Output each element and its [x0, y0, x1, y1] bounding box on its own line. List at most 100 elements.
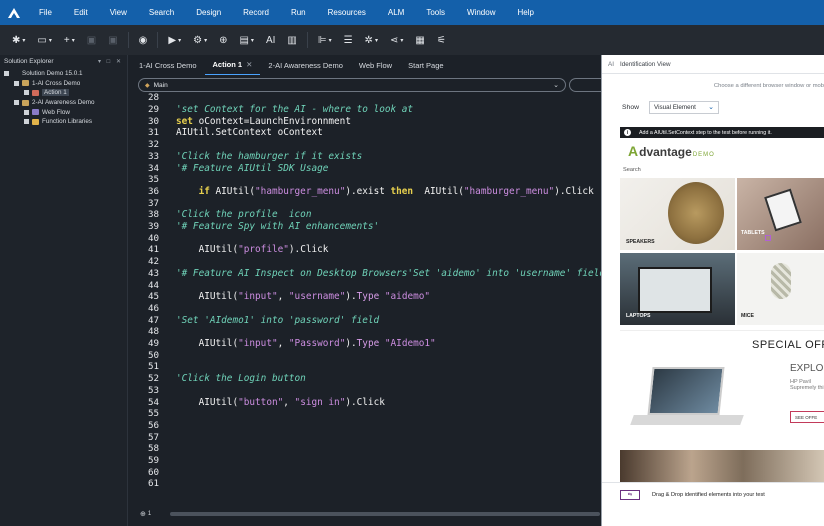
spy-target-icon[interactable]: ⊕ [213, 29, 233, 51]
code-line[interactable]: 37 [138, 197, 162, 209]
save-all-icon[interactable]: ▣ [102, 29, 123, 51]
code-line[interactable]: 38 'Click the profile icon [138, 209, 311, 221]
code-line[interactable]: 60 [138, 466, 162, 478]
collapse-icon[interactable] [4, 71, 9, 77]
archive-icon[interactable]: ▥ [281, 29, 302, 51]
record-icon[interactable]: ◉ [133, 29, 154, 51]
tile-laptops[interactable]: LAPTOPS [620, 253, 735, 325]
menu-item-file[interactable]: File [28, 0, 63, 25]
menu-item-record[interactable]: Record [232, 0, 280, 25]
menu-item-help[interactable]: Help [506, 0, 544, 25]
code-line[interactable]: 40 [138, 232, 162, 244]
code-line[interactable]: 54 AIUtil("button", "sign in").Click [138, 396, 385, 408]
save-icon[interactable]: ▣ [81, 29, 102, 51]
tree-item-action-1[interactable]: Action 1 [0, 88, 127, 98]
explorer-window-controls[interactable]: ▾ □ ✕ [98, 58, 123, 65]
code-line[interactable]: 31 AIUtil.SetContext oContext [138, 127, 323, 139]
collapse-icon[interactable] [24, 119, 29, 125]
tab-2-ai-awareness-demo[interactable]: 2-AI Awareness Demo [260, 55, 350, 75]
tab-action-1[interactable]: Action 1 ✕ [204, 55, 261, 75]
tree-item-function-libraries[interactable]: Function Libraries [0, 117, 127, 127]
tile-speakers[interactable]: SPEAKERS [620, 178, 735, 250]
code-line[interactable]: 47 'Set 'AIdemo1' into 'password' field [138, 314, 379, 326]
code-line[interactable]: 32 [138, 139, 162, 151]
code-line[interactable]: 36 if AIUtil("hamburger_menu").exist the… [138, 186, 594, 198]
code-line[interactable]: 43 '# Feature AI Inspect on Desktop Brows… [138, 268, 602, 280]
scope-dropdown[interactable]: ◆ Main ⌄ [138, 78, 566, 92]
tree-item-test-2[interactable]: 2-AI Awareness Demo [0, 98, 127, 108]
tree-item-web-flow[interactable]: Web Flow [0, 107, 127, 117]
code-line[interactable]: 41 AIUtil("profile").Click [138, 244, 328, 256]
tile-tablets[interactable]: TABLETS [737, 178, 824, 250]
advantage-logo[interactable]: A dvantage DEMO [628, 143, 715, 159]
code-line[interactable]: 52 'Click the Login button [138, 373, 306, 385]
collapse-icon[interactable] [14, 80, 19, 86]
add-icon[interactable]: + ▾ [58, 29, 81, 51]
menu-item-resources[interactable]: Resources [317, 0, 377, 25]
step-icon[interactable]: ⊫ ▾ [312, 29, 338, 51]
drag-drop-icon[interactable]: ⇆ [620, 489, 640, 500]
code-line[interactable]: 51 [138, 361, 162, 373]
code-line[interactable]: 33 'Click the hamburger if it exists [138, 151, 362, 163]
tab-start-page[interactable]: Start Page [400, 55, 451, 75]
code-line[interactable]: 44 [138, 279, 162, 291]
zoom-icon[interactable]: ⊕ [140, 510, 146, 518]
zoom-level[interactable]: 1 [148, 511, 151, 517]
horizontal-scrollbar[interactable] [170, 512, 600, 516]
see-offer-button[interactable]: SEE OFFE [790, 411, 824, 423]
code-line[interactable]: 42 [138, 256, 162, 268]
tree-item-solution[interactable]: Solution Demo 15.0.1 [0, 69, 127, 79]
code-line[interactable]: 34 '# Feature AIUtil SDK Usage [138, 162, 328, 174]
share-icon[interactable]: ⋖ ▾ [384, 29, 409, 51]
menu-item-search[interactable]: Search [138, 0, 185, 25]
code-line[interactable]: 53 [138, 385, 162, 397]
code-line[interactable]: 29 'set Context for the AI - where to loo… [138, 104, 413, 116]
code-line[interactable]: 48 [138, 326, 162, 338]
tab-web-flow[interactable]: Web Flow [351, 55, 400, 75]
choose-window-link[interactable]: Choose a different browser window or mob [602, 74, 824, 97]
captured-app-preview[interactable]: A dvantage DEMO Search SPEAKERS TABLETS … [620, 138, 824, 482]
code-line[interactable]: 50 [138, 349, 162, 361]
code-line[interactable]: 39 '# Feature Spy with AI enhancements' [138, 221, 379, 233]
run-icon[interactable]: ▶ ▾ [162, 29, 187, 51]
open-folder-icon[interactable]: ▭ ▾ [31, 29, 57, 51]
debug-icon[interactable]: ⚙ ▾ [187, 29, 213, 51]
close-icon[interactable]: ✕ [246, 60, 252, 69]
code-line[interactable]: 46 [138, 303, 162, 315]
menu-item-edit[interactable]: Edit [63, 0, 99, 25]
code-line[interactable]: 49 AIUtil("input", "Password").Type "AId… [138, 338, 436, 350]
menu-item-tools[interactable]: Tools [415, 0, 456, 25]
object-repository-icon[interactable]: ▤ ▾ [233, 29, 259, 51]
options-sliders-icon[interactable]: ⚟ [431, 29, 452, 51]
menu-item-run[interactable]: Run [280, 0, 317, 25]
collapse-icon[interactable] [24, 90, 29, 96]
code-line[interactable]: 28 [138, 92, 162, 104]
code-line[interactable]: 61 [138, 478, 162, 490]
tree-item-test-1[interactable]: 1-AI Cross Demo [0, 79, 127, 89]
show-dropdown[interactable]: Visual Element ⌄ [649, 100, 720, 114]
code-line[interactable]: 57 [138, 431, 162, 443]
code-line[interactable]: 59 [138, 455, 162, 467]
menu-item-window[interactable]: Window [456, 0, 506, 25]
code-line[interactable]: 55 [138, 408, 162, 420]
code-editor[interactable]: 28 29 'set Context for the AI - where to l… [138, 92, 602, 517]
tile-mice[interactable]: MICE [737, 253, 824, 325]
checkbox-icon[interactable] [765, 235, 771, 241]
report-icon[interactable]: ▦ [409, 29, 430, 51]
menu-item-alm[interactable]: ALM [377, 0, 415, 25]
menu-item-view[interactable]: View [99, 0, 138, 25]
new-icon[interactable]: ✱ ▾ [6, 29, 31, 51]
ai-button[interactable]: AI [260, 29, 281, 51]
collapse-icon[interactable] [14, 100, 19, 106]
code-line[interactable]: 30 set oContext=LaunchEnvironnment [138, 115, 351, 127]
settings-icon[interactable]: ✲ ▾ [359, 29, 384, 51]
tab-1-ai-cross-demo[interactable]: 1-AI Cross Demo [131, 55, 205, 75]
code-line[interactable]: 35 [138, 174, 162, 186]
list-icon[interactable]: ☰ [338, 29, 359, 51]
code-line[interactable]: 45 AIUtil("input", "username").Type "aid… [138, 291, 430, 303]
collapse-icon[interactable] [24, 109, 29, 115]
code-line[interactable]: 56 [138, 420, 162, 432]
code-line[interactable]: 58 [138, 443, 162, 455]
menu-item-design[interactable]: Design [185, 0, 232, 25]
special-offer-banner[interactable]: SPECIAL OFFE EXPLOR HP Pavil Supremely t… [620, 330, 824, 450]
